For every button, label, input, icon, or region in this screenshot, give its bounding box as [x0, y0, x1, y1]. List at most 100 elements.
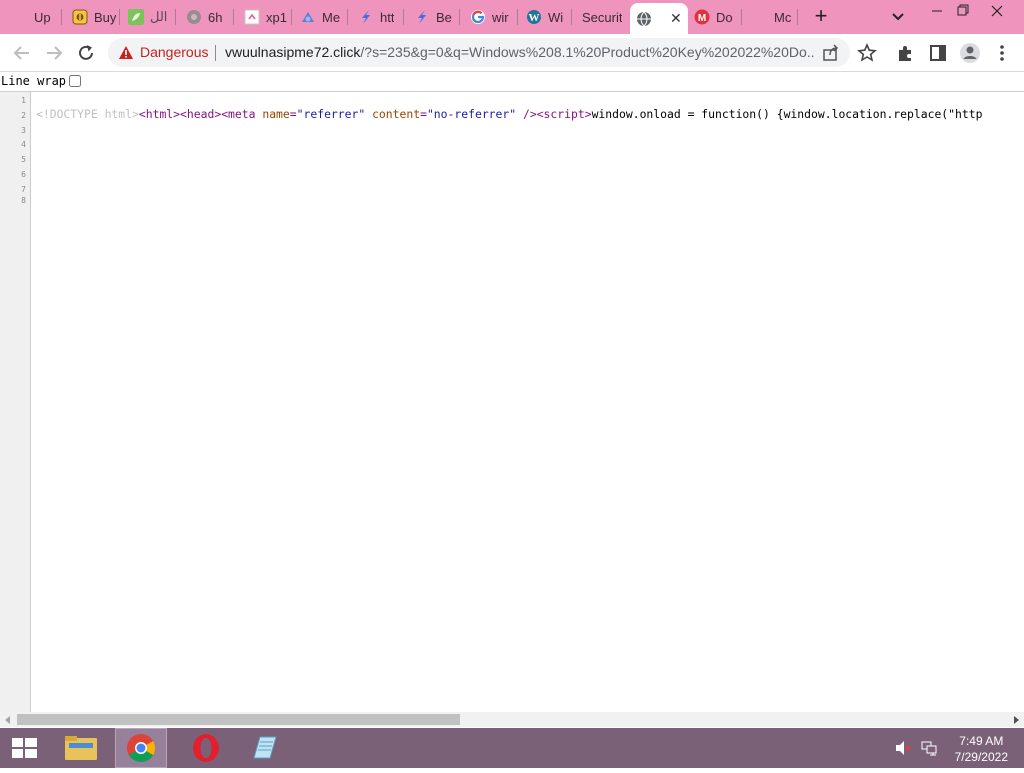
restore-button[interactable] [946, 0, 980, 22]
tab-separator [403, 9, 404, 25]
taskbar-chrome[interactable] [115, 728, 167, 768]
tab-close-icon[interactable]: ✕ [670, 10, 682, 27]
windows-taskbar: 7:49 AM 7/29/2022 [0, 728, 1024, 768]
tab-google[interactable]: wir [470, 4, 518, 30]
tab-buy[interactable]: Buy [72, 4, 120, 30]
tab-wordpress[interactable]: W Wi [526, 4, 572, 30]
blank-favicon-icon [752, 9, 768, 25]
equals-token: = [420, 107, 427, 121]
script-text: window.onload = function() {window.locat… [591, 107, 983, 121]
line-wrap-toggle[interactable]: Line wrap [1, 74, 82, 88]
line-number: 6 [21, 170, 26, 179]
menu-button[interactable] [990, 41, 1014, 65]
close-window-button[interactable] [980, 0, 1014, 22]
taskbar-file-explorer[interactable] [57, 728, 105, 768]
tab-label: 6h [208, 9, 223, 25]
star-icon [857, 43, 877, 62]
tab-separator [119, 9, 120, 25]
security-label: Dangerous [140, 44, 209, 60]
taskbar-notepad[interactable] [240, 728, 288, 768]
puzzle-icon [899, 46, 911, 61]
tab-label: Do [716, 9, 733, 25]
tab-strip: Up Buy الل 6h xp1 Me htt Be wir W Wi Sec… [0, 0, 1024, 34]
line-number: 4 [21, 140, 26, 149]
windows-logo-icon [12, 738, 37, 758]
source-code-panel[interactable]: <!DOCTYPE html><html><head><meta name="r… [31, 92, 1024, 712]
tag-token: <head> [180, 107, 222, 121]
tab-do[interactable]: M Do [694, 4, 742, 30]
tab-separator [741, 9, 742, 25]
start-button[interactable] [0, 728, 48, 768]
arrow-right-icon [47, 46, 63, 60]
line-wrap-bar: Line wrap [0, 72, 1024, 92]
tag-token: <script> [536, 107, 592, 121]
tab-be[interactable]: Be [414, 4, 460, 30]
tab-security[interactable]: Securit [582, 4, 630, 30]
tab-label: htt [380, 9, 395, 25]
forward-button[interactable] [42, 41, 66, 65]
horizontal-scrollbar[interactable] [0, 712, 1024, 727]
line-number: 2 [21, 111, 26, 120]
network-icon[interactable] [920, 740, 938, 756]
value-token: "no-referrer" [426, 107, 517, 121]
tab-xp1[interactable]: xp1 [244, 4, 292, 30]
feather-favicon-icon [414, 9, 430, 25]
url-path: /?s=235&g=0&q=Windows%208.1%20Product%20… [360, 44, 815, 60]
tab-up[interactable]: Up [12, 4, 62, 30]
attribute-token: content [372, 107, 421, 121]
line-number: 1 [21, 96, 26, 105]
url-text[interactable]: vwuulnasipme72.click/?s=235&g=0&q=Window… [225, 44, 815, 60]
tab-separator [459, 9, 460, 25]
value-token: "referrer" [296, 107, 366, 121]
line-wrap-checkbox[interactable] [69, 75, 82, 87]
tab-separator [517, 9, 518, 25]
blank-favicon-icon [12, 9, 28, 25]
line-number-gutter: 1 2 3 4 5 6 7 8 [0, 92, 31, 712]
side-panel-icon [930, 45, 946, 61]
new-tab-button[interactable]: + [810, 5, 832, 27]
system-clock[interactable]: 7:49 AM 7/29/2022 [955, 733, 1008, 765]
side-panel-button[interactable] [926, 41, 950, 65]
tab-6h[interactable]: 6h [186, 4, 234, 30]
bookmark-button[interactable] [855, 41, 879, 65]
taskbar-opera[interactable] [182, 728, 230, 768]
tab-separator [571, 9, 572, 25]
line-number: 8 [21, 196, 26, 205]
clock-date: 7/29/2022 [954, 750, 1008, 764]
tab-me[interactable]: Me [300, 4, 348, 30]
scrollbar-thumb[interactable] [17, 714, 460, 725]
tab-search-button[interactable] [888, 8, 908, 26]
svg-text:W: W [529, 12, 540, 24]
google-g-icon [470, 9, 486, 25]
reload-button[interactable] [74, 41, 98, 65]
profile-button[interactable] [958, 41, 982, 65]
tab-mc[interactable]: Mc [752, 4, 798, 30]
line-number: 7 [21, 185, 26, 194]
tab-label: Me [322, 9, 341, 25]
people-favicon-icon [300, 9, 316, 25]
security-indicator[interactable]: Dangerous [118, 44, 209, 60]
url-domain: vwuulnasipme72.click [225, 44, 361, 60]
tab-htt[interactable]: htt [358, 4, 404, 30]
tab-label: Up [34, 9, 51, 25]
kebab-menu-icon [1000, 45, 1004, 61]
volume-muted-icon[interactable] [895, 740, 913, 756]
tab-active[interactable]: ✕ [630, 3, 688, 34]
scroll-right-icon[interactable] [1014, 716, 1019, 724]
browser-toolbar: Dangerous vwuulnasipme72.click/?s=235&g=… [0, 34, 1024, 72]
scroll-left-icon[interactable] [5, 716, 10, 724]
close-icon [991, 5, 1003, 17]
warning-triangle-icon [119, 45, 133, 59]
wordpress-icon: W [526, 9, 542, 25]
address-bar[interactable]: Dangerous vwuulnasipme72.click/?s=235&g=… [108, 38, 850, 67]
tag-token: <meta [221, 107, 256, 121]
share-button[interactable] [821, 43, 841, 63]
extensions-button[interactable] [894, 41, 918, 65]
restore-icon [957, 4, 969, 16]
tab-label: Wi [548, 9, 564, 25]
tag-token: <html> [138, 107, 181, 121]
shield-favicon-icon [72, 9, 88, 25]
chrome-icon [127, 734, 155, 762]
tab-arabic[interactable]: الل [128, 4, 176, 30]
back-button[interactable] [10, 41, 34, 65]
